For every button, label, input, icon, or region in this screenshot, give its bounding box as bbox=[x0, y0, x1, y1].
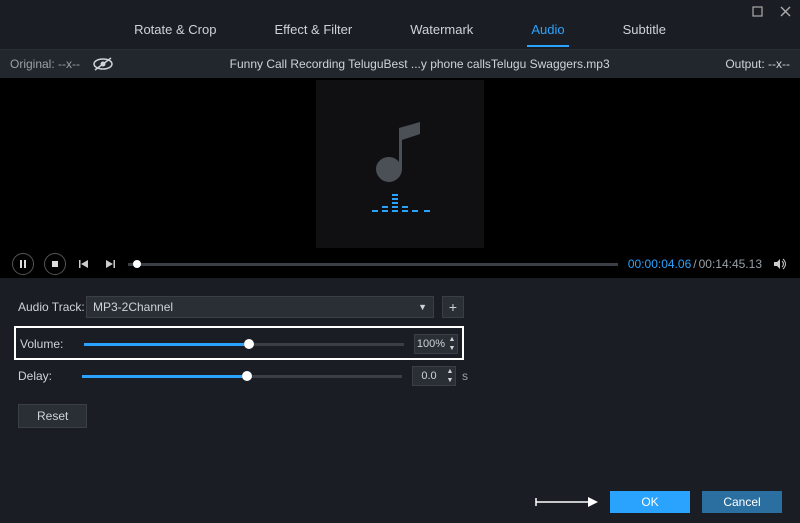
chevron-down-icon: ▼ bbox=[418, 302, 427, 312]
visibility-toggle-icon[interactable] bbox=[92, 56, 114, 72]
tab-rotate-crop[interactable]: Rotate & Crop bbox=[130, 22, 220, 45]
add-audiotrack-button[interactable]: + bbox=[442, 296, 464, 318]
volume-value: 100% bbox=[415, 338, 447, 350]
delay-slider-knob[interactable] bbox=[242, 371, 252, 381]
volume-icon[interactable] bbox=[772, 256, 788, 272]
volume-slider-knob[interactable] bbox=[244, 339, 254, 349]
stop-button[interactable] bbox=[44, 253, 66, 275]
prev-frame-button[interactable] bbox=[76, 256, 92, 272]
tab-subtitle[interactable]: Subtitle bbox=[619, 22, 670, 45]
audio-preview-icon bbox=[316, 80, 484, 248]
volume-slider[interactable] bbox=[84, 343, 404, 346]
delay-label: Delay: bbox=[18, 369, 82, 383]
delay-value: 0.0 bbox=[413, 370, 445, 382]
filename-label: Funny Call Recording TeluguBest ...y pho… bbox=[114, 57, 725, 71]
tab-watermark[interactable]: Watermark bbox=[406, 22, 477, 45]
delay-down-icon[interactable]: ▼ bbox=[445, 376, 455, 385]
delay-spinbox[interactable]: 0.0 ▲▼ bbox=[412, 366, 456, 386]
arrow-annotation-icon bbox=[534, 496, 598, 508]
tab-audio[interactable]: Audio bbox=[527, 22, 568, 47]
volume-highlight: Volume: 100% ▲▼ bbox=[14, 326, 464, 360]
tab-effect-filter[interactable]: Effect & Filter bbox=[270, 22, 356, 45]
volume-label: Volume: bbox=[20, 337, 84, 351]
time-separator: / bbox=[693, 257, 696, 271]
volume-spinbox[interactable]: 100% ▲▼ bbox=[414, 334, 458, 354]
volume-down-icon[interactable]: ▼ bbox=[447, 344, 457, 353]
tab-bar: Rotate & Crop Effect & Filter Watermark … bbox=[0, 22, 800, 50]
playback-progress[interactable] bbox=[128, 263, 618, 266]
total-time: 00:14:45.13 bbox=[699, 257, 762, 271]
delay-unit: s bbox=[462, 369, 468, 383]
next-frame-button[interactable] bbox=[102, 256, 118, 272]
cancel-button[interactable]: Cancel bbox=[702, 491, 782, 513]
delay-up-icon[interactable]: ▲ bbox=[445, 367, 455, 376]
maximize-button[interactable] bbox=[750, 4, 764, 18]
original-resolution-label: Original: --x-- bbox=[10, 57, 80, 71]
output-resolution-label: Output: --x-- bbox=[725, 57, 790, 71]
audiotrack-label: Audio Track: bbox=[18, 300, 86, 314]
volume-up-icon[interactable]: ▲ bbox=[447, 335, 457, 344]
current-time: 00:00:04.06 bbox=[628, 257, 691, 271]
ok-button[interactable]: OK bbox=[610, 491, 690, 513]
info-bar: Original: --x-- Funny Call Recording Tel… bbox=[0, 50, 800, 78]
delay-slider[interactable] bbox=[82, 375, 402, 378]
reset-button[interactable]: Reset bbox=[18, 404, 87, 428]
audiotrack-value: MP3-2Channel bbox=[93, 300, 173, 314]
time-display: 00:00:04.06 / 00:14:45.13 bbox=[628, 257, 762, 271]
close-button[interactable] bbox=[778, 4, 792, 18]
playback-knob[interactable] bbox=[133, 260, 141, 268]
preview-area bbox=[0, 78, 800, 250]
audiotrack-select[interactable]: MP3-2Channel ▼ bbox=[86, 296, 434, 318]
pause-button[interactable] bbox=[12, 253, 34, 275]
